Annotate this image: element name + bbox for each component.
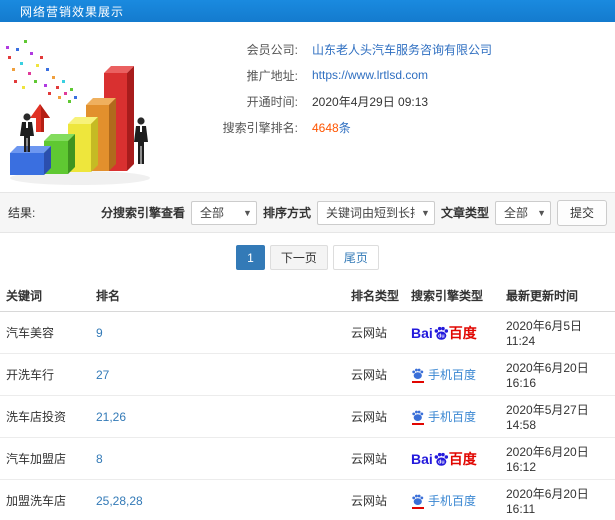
baidu-paw-icon: du [434, 452, 448, 466]
engine-cell: 手机百度 [405, 395, 500, 438]
svg-text:du: du [438, 459, 445, 465]
baidu-underline [411, 422, 424, 425]
keyword-cell: 汽车加盟店 [0, 437, 90, 480]
keyword-table: 关键词 排名 排名类型 搜索引擎类型 最新更新时间 汽车美容 9 云网站 Bai du 百… [0, 280, 615, 520]
svg-text:du: du [438, 333, 445, 339]
rank-count-value: 4648条 [312, 119, 351, 136]
baidu-paw-icon [412, 494, 424, 505]
mobile-baidu-logo: 手机百度 [411, 493, 476, 509]
rank-cell[interactable]: 9 [90, 311, 345, 354]
table-row: 汽车加盟店 8 云网站 Bai du 百度 2020年6月20日 16:12 [0, 437, 615, 480]
mobile-baidu-logo: 手机百度 [411, 367, 476, 383]
bar-blue [10, 146, 51, 175]
type-filter-label: 文章类型 [440, 206, 489, 220]
last-page-button[interactable]: 尾页 [332, 245, 379, 270]
sort-filter-label: 排序方式 [262, 206, 311, 220]
rank-count-unit: 条 [338, 120, 351, 135]
rank-count-label: 搜索引擎排名: [222, 120, 298, 135]
open-time-value: 2020年4月29日 09:13 [312, 94, 429, 109]
baidu-logo: Bai du 百度 [411, 324, 477, 341]
sort-filter-select[interactable]: 关键词由短到长排序 ▼ [316, 200, 435, 225]
pagination: 1 下一页 尾页 [0, 245, 615, 270]
table-row: 开洗车行 27 云网站 手机百度 2020年6月20日 16:16 [0, 353, 615, 396]
rank-type-cell: 云网站 [345, 437, 405, 480]
engine-cell: Bai du 百度 [405, 437, 500, 480]
baidu-logo: Bai du 百度 [411, 450, 477, 467]
page: 网络营销效果展示 会员公司: 山东老人头汽车服务咨询有限公司 推广地址: htt… [0, 0, 615, 520]
header-bar: 网络营销效果展示 [0, 0, 615, 22]
open-time-label: 开通时间: [246, 94, 298, 109]
rank-type-cell: 云网站 [345, 479, 405, 520]
keyword-cell: 洗车店投资 [0, 395, 90, 438]
baidu-underline [411, 380, 424, 383]
rank-count-number: 4648 [312, 120, 339, 135]
member-info: 会员公司: 山东老人头汽车服务咨询有限公司 推广地址: https://www.… [180, 22, 615, 140]
rank-cell[interactable]: 27 [90, 353, 345, 396]
engine-cell: 手机百度 [405, 479, 500, 520]
member-company-row: 会员公司: 山东老人头汽车服务咨询有限公司 [180, 36, 615, 62]
keyword-cell: 开洗车行 [0, 353, 90, 396]
rank-count-row: 搜索引擎排名: 4648条 [180, 114, 615, 140]
next-page-button[interactable]: 下一页 [269, 245, 328, 270]
promo-url-row: 推广地址: https://www.lrtlsd.com [180, 62, 615, 88]
type-filter-value: 全部 [503, 206, 528, 220]
member-company-link[interactable]: 山东老人头汽车服务咨询有限公司 [312, 41, 492, 58]
keyword-cell: 加盟洗车店 [0, 479, 90, 520]
filter-controls: 分搜索引擎查看 全部 ▼ 排序方式 关键词由短到长排序 ▼ 文章类型 全部 ▼ … [100, 199, 607, 226]
results-label: 结果: [8, 206, 36, 220]
rank-type-cell: 云网站 [345, 395, 405, 438]
baidu-paw-icon: du [434, 326, 448, 340]
page-title: 网络营销效果展示 [20, 4, 125, 19]
updated-cell: 2020年6月20日 16:16 [500, 353, 615, 396]
header-rank: 排名 [90, 280, 345, 312]
table-header-row: 关键词 排名 排名类型 搜索引擎类型 最新更新时间 [0, 280, 615, 312]
table-row: 洗车店投资 21,26 云网站 手机百度 2020年5月27日 14:58 [0, 395, 615, 438]
submit-button[interactable]: 提交 [556, 199, 607, 226]
header-keyword: 关键词 [0, 280, 90, 312]
updated-cell: 2020年6月20日 16:12 [500, 437, 615, 480]
promo-url-link[interactable]: https://www.lrtlsd.com [312, 68, 428, 82]
mobile-baidu-logo: 手机百度 [411, 409, 476, 425]
rank-type-cell: 云网站 [345, 311, 405, 354]
page-button-current[interactable]: 1 [236, 245, 265, 270]
open-time-row: 开通时间: 2020年4月29日 09:13 [180, 88, 615, 114]
table-row: 加盟洗车店 25,28,28 云网站 手机百度 2020年6月20日 16:11 [0, 479, 615, 520]
confetti-dots [6, 40, 77, 103]
engine-filter-value: 全部 [199, 206, 224, 220]
rank-type-cell: 云网站 [345, 353, 405, 396]
keyword-table-body: 汽车美容 9 云网站 Bai du 百度 2020年6月5日 11:24 开洗车行 27 云网站手… [0, 311, 615, 520]
baidu-paw-icon [412, 410, 424, 421]
engine-cell: Bai du 百度 [405, 311, 500, 354]
header-updated: 最新更新时间 [500, 280, 615, 312]
keyword-cell: 汽车美容 [0, 311, 90, 354]
rank-cell[interactable]: 8 [90, 437, 345, 480]
chevron-down-icon: ▼ [537, 207, 546, 218]
engine-cell: 手机百度 [405, 353, 500, 396]
up-arrow [30, 104, 50, 132]
rank-cell[interactable]: 25,28,28 [90, 479, 345, 520]
baidu-underline [411, 506, 424, 509]
updated-cell: 2020年6月5日 11:24 [500, 311, 615, 354]
member-company-label: 会员公司: [246, 42, 298, 57]
type-filter-select[interactable]: 全部 ▼ [494, 200, 551, 225]
bar-chart-illustration [6, 40, 150, 185]
filter-bar: 结果: 分搜索引擎查看 全部 ▼ 排序方式 关键词由短到长排序 ▼ 文章类型 全… [0, 192, 615, 233]
chevron-down-icon: ▼ [243, 207, 252, 218]
businessman-right [134, 117, 148, 164]
updated-cell: 2020年6月20日 16:11 [500, 479, 615, 520]
info-section: 会员公司: 山东老人头汽车服务咨询有限公司 推广地址: https://www.… [0, 22, 615, 192]
sort-filter-value: 关键词由短到长排序 [325, 206, 415, 220]
header-engine: 搜索引擎类型 [405, 280, 500, 312]
engine-filter-label: 分搜索引擎查看 [100, 206, 185, 220]
chevron-down-icon: ▼ [421, 207, 430, 218]
baidu-paw-icon [412, 368, 424, 379]
rank-cell[interactable]: 21,26 [90, 395, 345, 438]
promo-url-label: 推广地址: [246, 68, 298, 83]
engine-filter-select[interactable]: 全部 ▼ [190, 200, 257, 225]
header-rank-type: 排名类型 [345, 280, 405, 312]
updated-cell: 2020年5月27日 14:58 [500, 395, 615, 438]
table-row: 汽车美容 9 云网站 Bai du 百度 2020年6月5日 11:24 [0, 311, 615, 354]
